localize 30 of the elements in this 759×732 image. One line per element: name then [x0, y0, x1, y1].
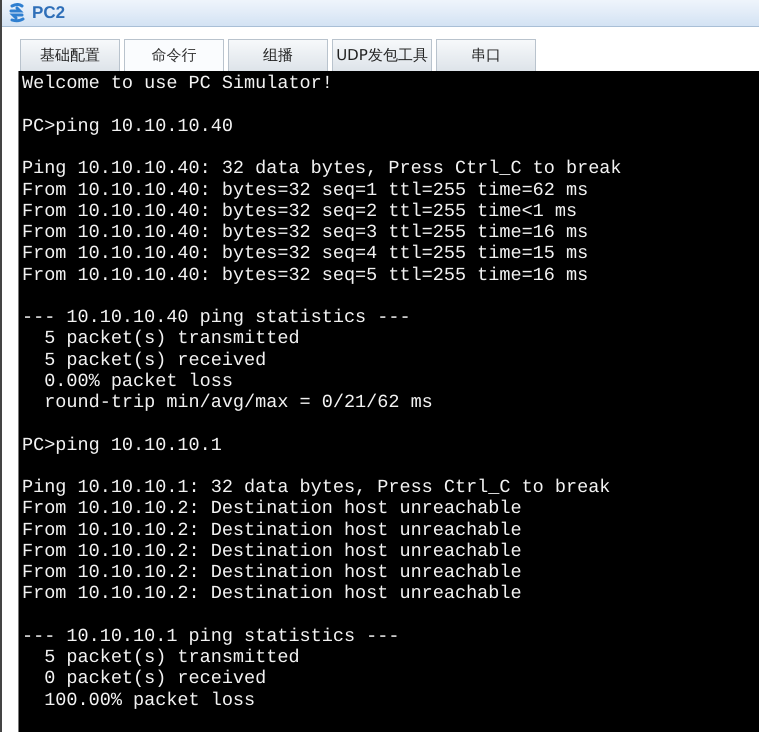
- terminal-line: 0.00% packet loss: [43, 370, 234, 392]
- terminal-line: From 10.10.10.40: bytes=32 seq=3 ttl=255 time=16 ms: [22, 222, 590, 244]
- terminal-line: From 10.10.10.40: bytes=32 seq=4 ttl=255 time=15 ms: [22, 243, 590, 265]
- tab[interactable]: 组播: [228, 39, 328, 72]
- terminal-line: PC>ping 10.10.10.1: [22, 434, 223, 456]
- window-title: PC2: [32, 3, 66, 24]
- tab[interactable]: UDP发包工具: [332, 39, 432, 72]
- terminal-line: 0 packet(s) received: [43, 668, 268, 690]
- terminal-line: Ping 10.10.10.1: 32 data bytes, Press Ctrl_C to break: [22, 477, 612, 498]
- terminal-line: 100.00% packet loss: [43, 690, 256, 711]
- tab[interactable]: 命令行: [124, 39, 224, 72]
- terminal-line: From 10.10.10.40: bytes=32 seq=2 ttl=255 time<1 ms: [22, 200, 578, 222]
- terminal-line: From 10.10.10.2: Destination host unreachable: [22, 562, 523, 584]
- terminal-line: Welcome to use PC Simulator!: [22, 73, 334, 95]
- terminal-line: round-trip min/avg/max = 0/21/62 ms: [43, 392, 434, 414]
- terminal-line: --- 10.10.10.40 ping statistics ---: [22, 307, 412, 328]
- terminal-line: 5 packet(s) received: [43, 350, 268, 371]
- terminal-line: PC>ping 10.10.10.40: [22, 116, 234, 138]
- terminal-line: From 10.10.10.2: Destination host unreachable: [22, 583, 523, 605]
- tab[interactable]: 基础配置: [20, 39, 120, 72]
- tab[interactable]: 串口: [436, 39, 536, 72]
- terminal-line: Ping 10.10.10.40: 32 data bytes, Press Ctrl_C to break: [22, 158, 622, 180]
- terminal-line: --- 10.10.10.1 ping statistics ---: [22, 626, 400, 648]
- terminal-line: 5 packet(s) transmitted: [43, 328, 301, 350]
- terminal-line: From 10.10.10.40: bytes=32 seq=1 ttl=255 time=62 ms: [22, 180, 590, 201]
- terminal-line: From 10.10.10.2: Destination host unreachable: [22, 540, 523, 562]
- terminal-line: From 10.10.10.40: bytes=32 seq=5 ttl=255 time=16 ms: [22, 264, 590, 286]
- terminal-line: From 10.10.10.2: Destination host unreachable: [22, 498, 523, 520]
- terminal-line: From 10.10.10.2: Destination host unreachable: [22, 520, 523, 541]
- terminal-line: 5 packet(s) transmitted: [43, 647, 301, 668]
